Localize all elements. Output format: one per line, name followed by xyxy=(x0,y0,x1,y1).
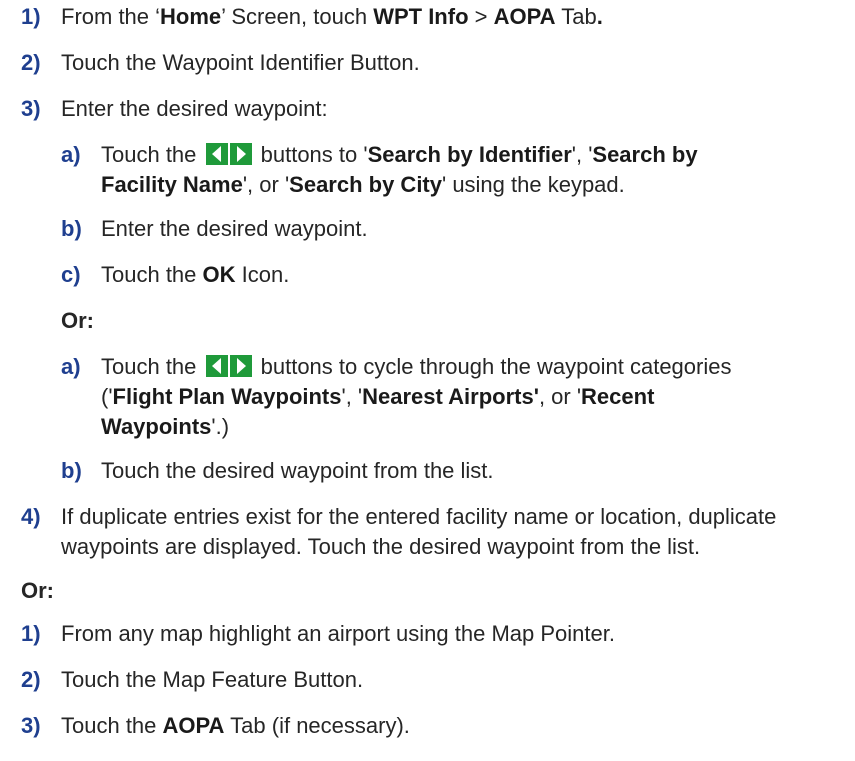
substep-letter: b) xyxy=(61,458,82,483)
left-right-arrow-buttons-icon xyxy=(205,143,252,165)
substep-text: Touch the desired waypoint from the list… xyxy=(101,458,494,483)
or-text: Or: xyxy=(21,578,54,603)
substep-text: Touch the buttons to 'Search by Identifi… xyxy=(101,142,698,167)
step-text: Enter the desired waypoint: xyxy=(61,96,328,121)
substep-text: Enter the desired waypoint. xyxy=(101,216,368,241)
substep-letter: b) xyxy=(61,216,82,241)
step-number: 1) xyxy=(21,621,41,646)
step-text: waypoints are displayed. Touch the desir… xyxy=(61,534,701,559)
step-text: If duplicate entries exist for the enter… xyxy=(61,504,777,529)
step-number: 2) xyxy=(21,50,41,75)
step-number: 3) xyxy=(21,713,41,738)
step-text: From any map highlight an airport using … xyxy=(61,621,615,646)
substep-letter: a) xyxy=(61,354,81,379)
left-right-arrow-buttons-icon xyxy=(205,355,252,377)
substep-text: Facility Name', or 'Search by City' usin… xyxy=(101,172,625,197)
step-number: 4) xyxy=(21,504,41,529)
substep-text: Waypoints'.) xyxy=(101,414,230,439)
step-number: 1) xyxy=(21,4,41,29)
or-text: Or: xyxy=(61,308,94,333)
substep-letter: c) xyxy=(61,262,81,287)
step-text: Touch the Waypoint Identifier Button. xyxy=(61,50,420,75)
substep-text: Touch the OK Icon. xyxy=(101,262,290,287)
step-text: Touch the AOPA Tab (if necessary). xyxy=(61,713,410,738)
substep-text: ('Flight Plan Waypoints', 'Nearest Airpo… xyxy=(101,384,655,409)
step-number: 2) xyxy=(21,667,41,692)
step-text: From the ‘Home’ Screen, touch WPT Info >… xyxy=(61,4,603,29)
substep-text: Touch the buttons to cycle through the w… xyxy=(101,354,732,379)
step-number: 3) xyxy=(21,96,41,121)
step-text: Touch the Map Feature Button. xyxy=(61,667,364,692)
substep-letter: a) xyxy=(61,142,81,167)
